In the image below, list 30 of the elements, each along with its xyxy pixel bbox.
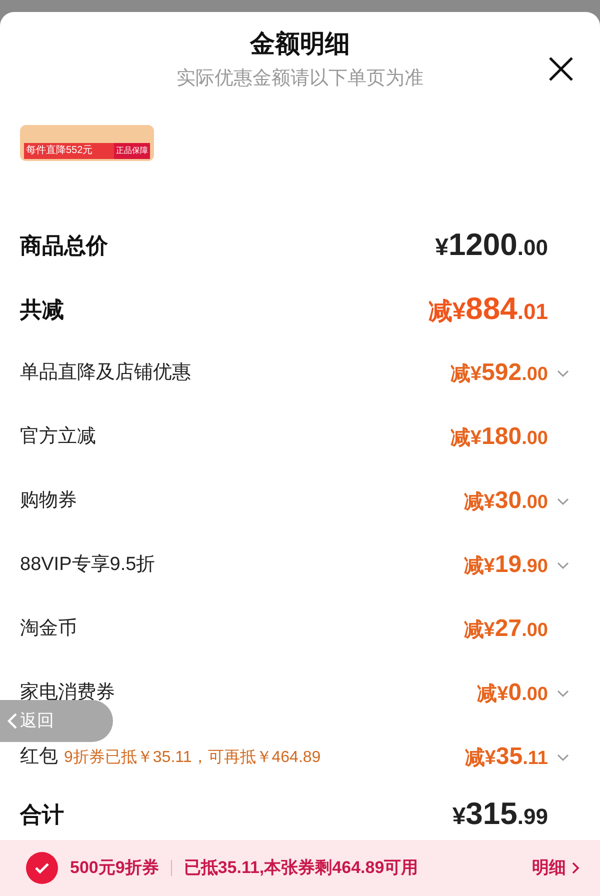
close-icon <box>548 56 574 82</box>
row-amount: ¥1200.00 <box>435 226 548 264</box>
row-amount: 减¥592.00 <box>450 358 548 388</box>
row-label: 淘金币 <box>20 616 77 641</box>
row-amount: 减¥27.00 <box>464 614 548 644</box>
banner-tag: 正品保障 <box>114 143 150 159</box>
row-amount: 减¥30.00 <box>464 486 548 516</box>
row-label: 合计 <box>20 800 64 828</box>
row-amount: 减¥19.90 <box>464 550 548 580</box>
coupon-name: 500元9折券 <box>70 857 159 880</box>
sheet-subtitle: 实际优惠金额请以下单页为准 <box>176 67 424 91</box>
banner-text: 每件直降552元 <box>24 143 114 159</box>
row-label: 商品总价 <box>20 232 108 260</box>
check-icon <box>34 862 50 874</box>
row-label: 购物券 <box>20 488 77 513</box>
details-link[interactable]: 明细 <box>532 855 582 881</box>
coupon-checkbox[interactable] <box>26 852 58 884</box>
row-amount: 减¥884.01 <box>428 290 548 328</box>
row-label: 官方立减 <box>20 424 96 449</box>
row-label: 共减 <box>20 296 64 324</box>
coupon-info: 已抵35.11,本张券剩464.89可用 <box>184 857 420 880</box>
row-amount: ¥315.99 <box>452 794 548 833</box>
row-label: 单品直降及店铺优惠 <box>20 360 191 385</box>
sheet-title: 金额明细 <box>250 29 350 60</box>
row-note: 9折券已抵￥35.11，可再抵￥464.89 <box>64 748 321 768</box>
row-amount: 减¥35.11 <box>464 742 548 772</box>
row-amount: 减¥180.00 <box>450 422 548 452</box>
row-amount: 减¥0.00 <box>477 678 548 708</box>
row-label: 88VIP专享9.5折 <box>20 552 156 577</box>
row-label: 红包 <box>20 744 58 769</box>
